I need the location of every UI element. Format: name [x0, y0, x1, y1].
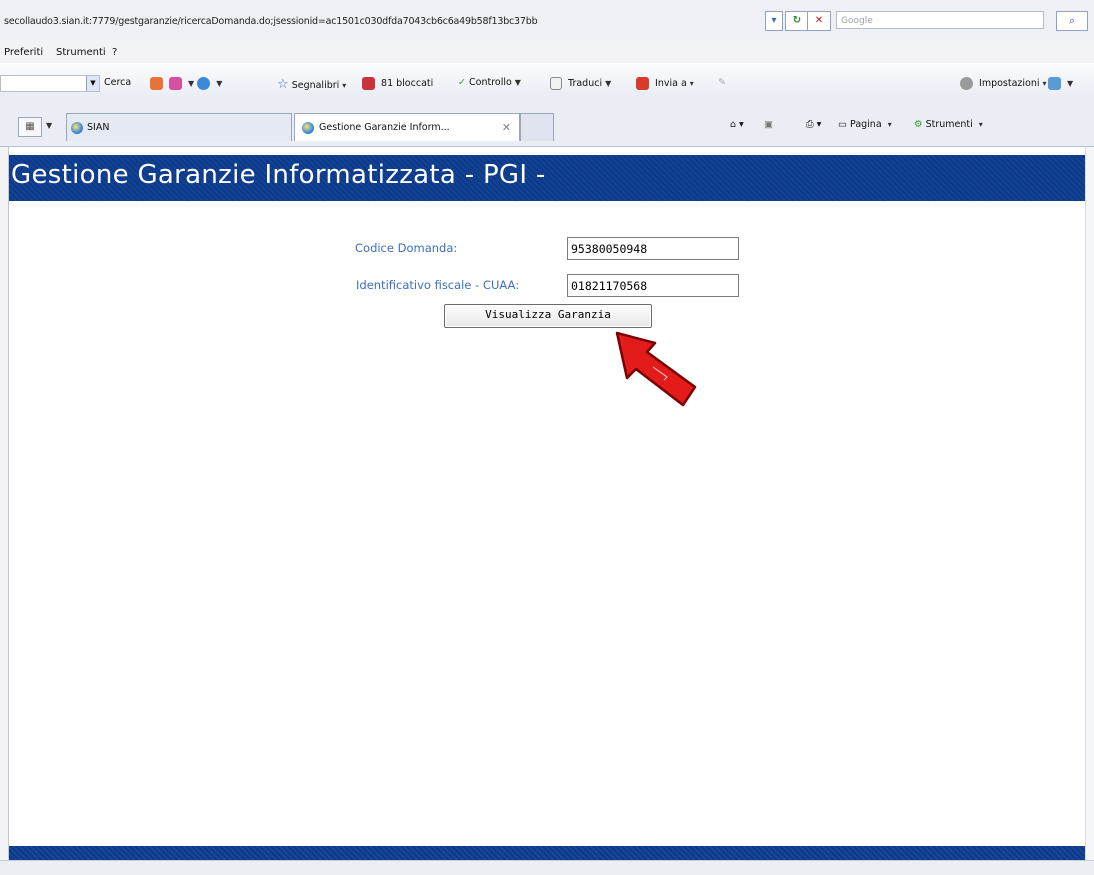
spellcheck-icon: ✓	[458, 77, 466, 88]
translate-icon	[550, 77, 562, 90]
tab-gestione-garanzie[interactable]: Gestione Garanzie Inform... ✕	[294, 113, 520, 141]
chevron-down-icon: ▾	[978, 120, 983, 129]
address-bar: secollaudo3.sian.it:7779/gestgaranzie/ri…	[0, 0, 1094, 41]
search-input[interactable]: Google	[836, 11, 1044, 29]
puzzle-icon	[169, 77, 183, 90]
page-menu-button[interactable]: ▭ Pagina ▾	[838, 119, 892, 130]
page-footer	[9, 846, 1085, 860]
page-title: Gestione Garanzie Informatizzata - PGI -	[11, 160, 546, 190]
chevron-down-icon: ▼	[605, 79, 612, 88]
chevron-down-icon: ▼	[514, 78, 521, 87]
tab-label: SIAN	[87, 122, 110, 133]
toolbar-extension-icons[interactable]: ▼ ▼	[150, 77, 222, 90]
feeds-icon[interactable]: ▣	[764, 119, 773, 130]
page-icon: ▭	[838, 119, 847, 130]
menu-item-strumenti[interactable]: Strumenti	[56, 47, 106, 58]
cuaa-label: Identificativo fiscale - CUAA:	[356, 278, 520, 292]
bookmarks-label: Segnalibri	[291, 80, 340, 91]
translate-button[interactable]: Traduci ▼	[550, 77, 611, 90]
addon-icon	[150, 77, 163, 90]
new-tab-button[interactable]	[520, 113, 554, 141]
chevron-down-icon[interactable]: ▼	[86, 76, 99, 91]
stop-icon[interactable]: ✕	[807, 11, 831, 31]
search-icon[interactable]: ⌕	[1056, 11, 1088, 31]
extra-addon-button[interactable]: ▼	[1048, 77, 1073, 90]
chevron-down-icon[interactable]: ▾	[765, 11, 783, 31]
tab-label: Gestione Garanzie Inform...	[319, 122, 450, 133]
close-icon[interactable]: ✕	[502, 114, 511, 141]
send-label: Invia a	[655, 78, 687, 89]
menu-item-help[interactable]: ?	[112, 47, 117, 58]
spellcheck-button[interactable]: ✓ Controllo ▼	[458, 77, 521, 88]
star-icon: ☆	[277, 77, 289, 92]
search-label: Cerca	[104, 77, 132, 88]
popup-blocker-button[interactable]: 81 bloccati	[362, 77, 433, 90]
pointer-arrow-icon	[615, 331, 697, 407]
block-icon	[362, 77, 375, 90]
toolbar-search-combo[interactable]: ▼	[0, 75, 100, 92]
chevron-down-icon: ▾	[689, 79, 694, 88]
chevron-down-icon: ▼	[216, 79, 223, 88]
chat-icon	[197, 77, 211, 90]
home-icon[interactable]: ⌂ ▾	[730, 119, 744, 130]
check-label: Controllo	[469, 77, 512, 88]
blocked-label: 81 bloccati	[381, 78, 434, 89]
chevron-down-icon: ▼	[188, 79, 195, 88]
pencil-icon[interactable]: ✎	[718, 77, 726, 88]
toolbar: ▼ Cerca ▼ ▼ ☆ Segnalibri ▾ 81 bloccati ✓ …	[0, 63, 1094, 101]
menu-bar: Preferiti Strumenti ?	[0, 40, 1094, 63]
chevron-down-icon: ▾	[887, 120, 892, 129]
translate-label: Traduci	[568, 78, 603, 89]
ie-icon	[71, 122, 83, 134]
bookmarks-button[interactable]: ☆ Segnalibri ▾	[277, 77, 346, 92]
chevron-down-icon: ▼	[1067, 79, 1074, 88]
menu-item-preferiti[interactable]: Preferiti	[4, 47, 43, 58]
page-menu-label: Pagina	[850, 119, 882, 130]
chevron-down-icon[interactable]: ▼	[46, 121, 52, 130]
quick-tabs-icon[interactable]: ▦	[18, 117, 42, 137]
cuaa-input[interactable]	[567, 274, 739, 297]
refresh-icon[interactable]: ↻	[785, 11, 809, 31]
settings-icon	[960, 77, 973, 90]
tab-sian[interactable]: SIAN	[66, 113, 292, 141]
scrollbar[interactable]	[1085, 147, 1094, 860]
toolbar-search-button[interactable]: Cerca	[104, 77, 131, 88]
gear-icon: ⚙	[914, 119, 923, 130]
tools-menu-label: Strumenti	[925, 119, 973, 130]
print-icon[interactable]: ⎙ ▾	[806, 119, 821, 130]
send-icon	[636, 77, 649, 90]
send-to-button[interactable]: Invia a ▾	[636, 77, 694, 90]
settings-label: Impostazioni	[979, 78, 1040, 89]
codice-domanda-input[interactable]	[567, 237, 739, 260]
codice-domanda-label: Codice Domanda:	[355, 241, 458, 255]
settings-button[interactable]: Impostazioni ▾	[960, 77, 1047, 90]
ie-icon	[302, 122, 314, 134]
page-header: Gestione Garanzie Informatizzata - PGI -	[9, 155, 1085, 201]
page-content: Gestione Garanzie Informatizzata - PGI -…	[8, 147, 1085, 860]
status-bar	[0, 860, 1094, 875]
tools-menu-button[interactable]: ⚙ Strumenti ▾	[914, 119, 983, 130]
url-field[interactable]: secollaudo3.sian.it:7779/gestgaranzie/ri…	[4, 16, 538, 27]
chevron-down-icon: ▾	[1042, 79, 1047, 88]
chevron-down-icon: ▾	[342, 81, 347, 90]
addon-icon	[1048, 77, 1061, 90]
